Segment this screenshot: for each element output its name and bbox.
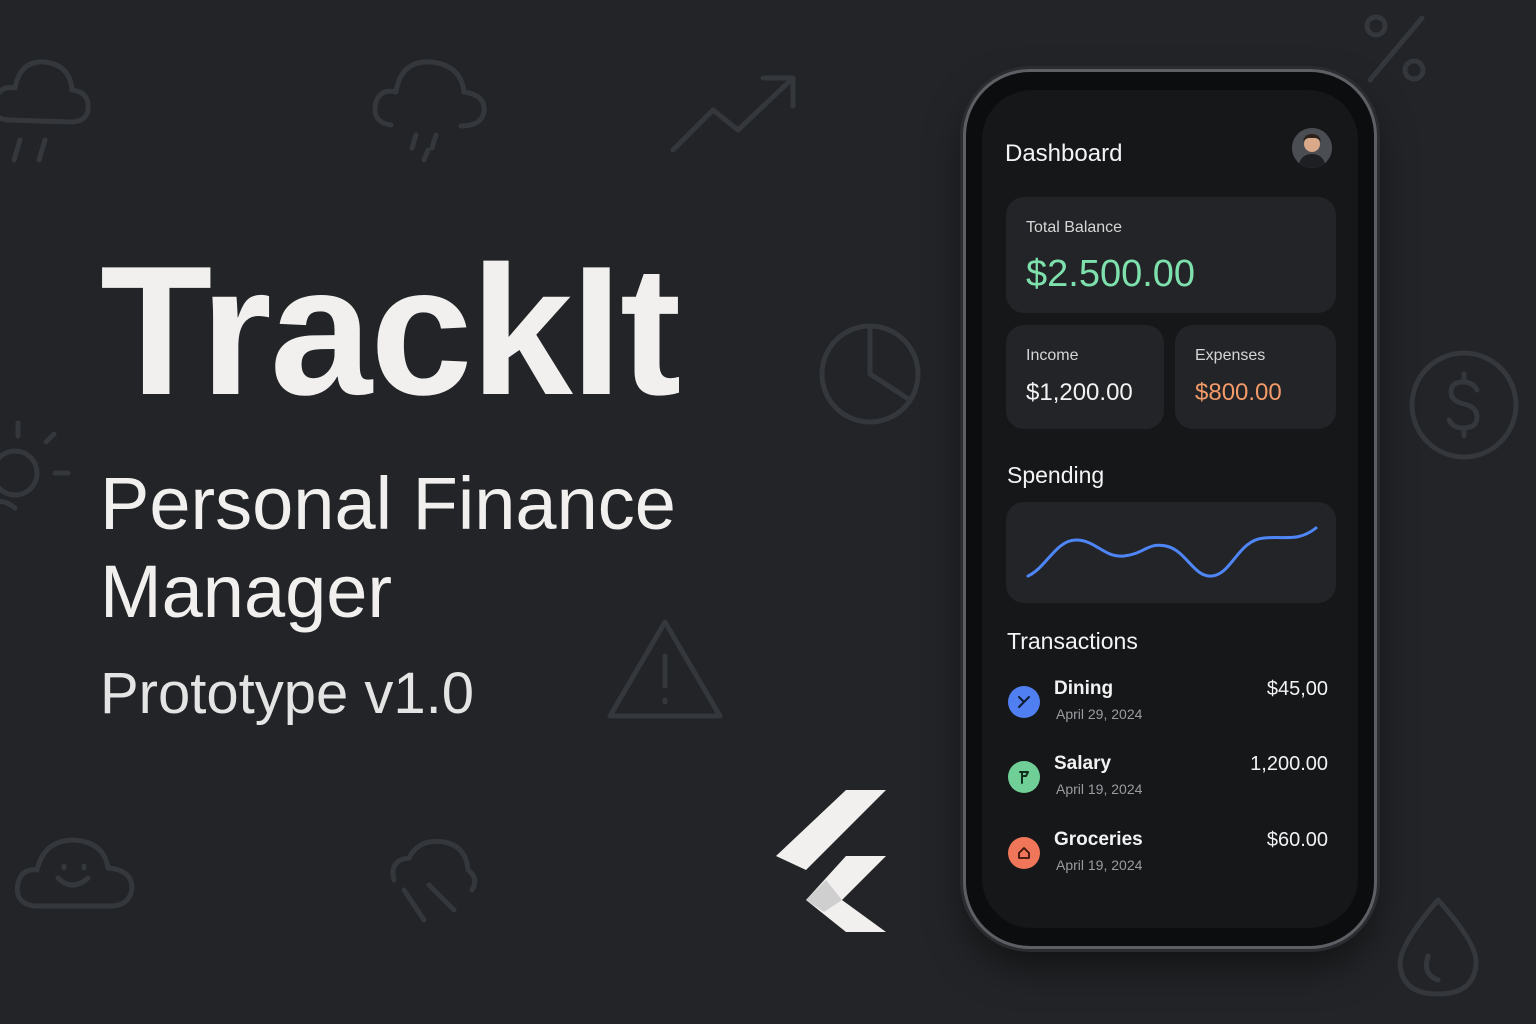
pie-chart-icon (819, 323, 921, 425)
transaction-name: Groceries (1054, 829, 1143, 850)
transaction-row-salary[interactable]: Salary April 19, 2024 1,200.00 (1006, 753, 1328, 809)
expenses-card[interactable]: Expenses $800.00 (1175, 325, 1336, 429)
drop-icon (1397, 897, 1479, 997)
expenses-label: Expenses (1195, 347, 1266, 364)
user-avatar-icon[interactable] (1292, 128, 1332, 168)
transaction-row-groceries[interactable]: Groceries April 19, 2024 $60.00 (1006, 829, 1328, 885)
percent-icon (1364, 14, 1426, 83)
spending-heading: Spending (1007, 462, 1105, 488)
transaction-date: April 29, 2024 (1056, 706, 1143, 722)
income-label: Income (1026, 347, 1079, 364)
income-value: $1,200.00 (1026, 379, 1133, 406)
transaction-date: April 19, 2024 (1056, 781, 1143, 797)
total-balance-card[interactable]: Total Balance $2.500.00 (1006, 197, 1336, 313)
dollar-circle-icon (1409, 350, 1519, 460)
expenses-value: $800.00 (1195, 379, 1282, 406)
sun-cloud-icon (0, 420, 71, 511)
cloud-smile-icon (14, 837, 135, 909)
version-label: Prototype v1.0 (100, 661, 474, 726)
income-card[interactable]: Income $1,200.00 (1006, 325, 1164, 429)
cloud-wind-icon (390, 838, 478, 923)
transaction-row-dining[interactable]: Dining April 29, 2024 $45,00 (1006, 678, 1328, 734)
transactions-heading: Transactions (1007, 628, 1138, 654)
transaction-date: April 19, 2024 (1056, 857, 1143, 873)
transaction-name: Salary (1054, 753, 1112, 774)
trend-up-icon (670, 75, 796, 153)
app-tagline: Personal Finance Manager (100, 462, 676, 633)
phone-mockup: Dashboard Total Balance $2.500.00 Income… (966, 72, 1374, 946)
dashboard-title: Dashboard (1005, 140, 1123, 167)
utensils-icon (1008, 686, 1040, 718)
app-name-heading: TrackIt (100, 227, 681, 433)
spending-chart-card[interactable] (1006, 502, 1336, 603)
total-balance-value: $2.500.00 (1026, 253, 1196, 295)
transaction-amount: $45,00 (1266, 678, 1328, 700)
flutter-logo-icon (776, 790, 886, 932)
total-balance-label: Total Balance (1026, 219, 1123, 236)
cloud-rain-icon (0, 59, 91, 163)
transaction-name: Dining (1054, 678, 1114, 699)
spending-line (1026, 526, 1318, 578)
home-icon (1008, 837, 1040, 869)
flag-icon (1008, 761, 1040, 793)
phone-screen: Dashboard Total Balance $2.500.00 Income… (982, 90, 1358, 928)
cloud-rain-icon (372, 59, 487, 163)
transaction-amount: $60.00 (1266, 829, 1328, 851)
transaction-amount: 1,200.00 (1250, 753, 1328, 775)
